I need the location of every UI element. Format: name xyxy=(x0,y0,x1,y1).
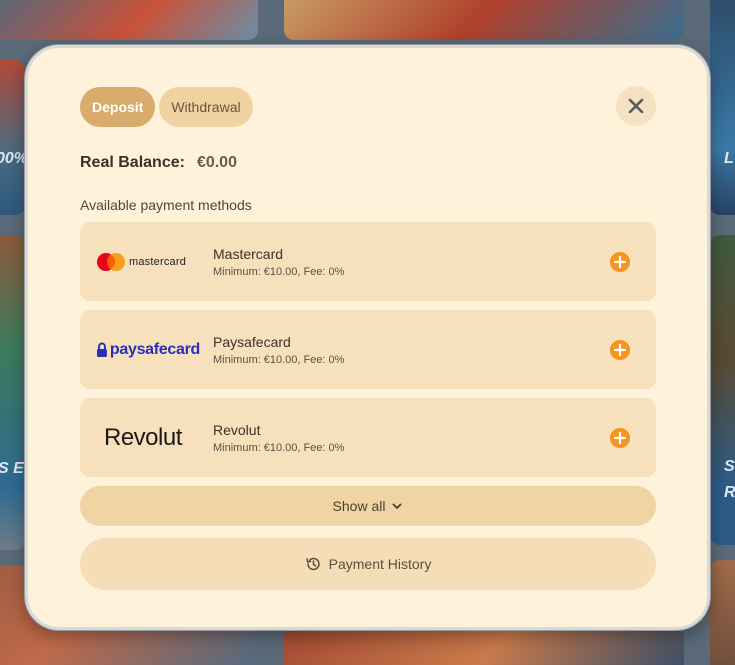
payment-method-paysafecard[interactable]: paysafecard Paysafecard Minimum: €10.00,… xyxy=(80,310,656,389)
payment-tabs: Deposit Withdrawal xyxy=(80,87,253,127)
game-tile xyxy=(0,235,25,550)
background-text: S xyxy=(724,458,735,475)
revolut-logo: Revolut xyxy=(96,398,200,477)
real-balance: Real Balance: €0.00 xyxy=(80,154,237,172)
method-info: Minimum: €10.00, Fee: 0% xyxy=(213,442,345,454)
payment-method-mastercard[interactable]: mastercard Mastercard Minimum: €10.00, F… xyxy=(80,222,656,301)
game-tile xyxy=(284,0,684,40)
revolut-logo-text: Revolut xyxy=(104,423,182,451)
game-tile xyxy=(710,560,735,665)
chevron-down-icon xyxy=(393,503,402,509)
mastercard-logo-text: mastercard xyxy=(129,255,187,268)
method-name: Revolut xyxy=(213,422,261,438)
plus-circle-icon[interactable] xyxy=(609,339,631,361)
paysafecard-logo: paysafecard xyxy=(96,310,200,389)
balance-amount: €0.00 xyxy=(196,154,237,171)
payment-modal: Deposit Withdrawal Real Balance: €0.00 A… xyxy=(25,45,710,630)
balance-label: Real Balance: xyxy=(80,154,185,171)
payment-method-revolut[interactable]: Revolut Revolut Minimum: €10.00, Fee: 0% xyxy=(80,398,656,477)
background-text: L xyxy=(724,150,734,167)
paysafecard-logo-text: paysafecard xyxy=(109,340,200,358)
method-name: Paysafecard xyxy=(213,334,291,350)
game-tile xyxy=(0,0,258,40)
history-icon xyxy=(305,557,320,571)
mastercard-logo: mastercard xyxy=(96,222,200,301)
tab-withdrawal[interactable]: Withdrawal xyxy=(159,87,253,127)
lock-icon xyxy=(96,342,107,357)
tab-deposit[interactable]: Deposit xyxy=(80,87,156,127)
background-text: 00% xyxy=(0,150,29,167)
game-tile xyxy=(0,60,25,215)
method-info: Minimum: €10.00, Fee: 0% xyxy=(213,266,345,278)
show-all-label: Show all xyxy=(332,498,386,514)
payment-history-button[interactable]: Payment History xyxy=(80,538,656,590)
method-info: Minimum: €10.00, Fee: 0% xyxy=(213,354,345,366)
payment-methods-heading: Available payment methods xyxy=(80,197,252,213)
plus-circle-icon[interactable] xyxy=(609,251,631,273)
close-button[interactable] xyxy=(616,86,656,126)
payment-history-label: Payment History xyxy=(328,556,432,572)
show-all-button[interactable]: Show all xyxy=(80,486,656,526)
method-name: Mastercard xyxy=(213,246,284,262)
close-icon xyxy=(628,98,644,114)
game-tile xyxy=(284,628,684,665)
background-text: R xyxy=(724,484,735,501)
mastercard-circles-icon xyxy=(97,252,125,271)
plus-circle-icon[interactable] xyxy=(609,427,631,449)
game-tile xyxy=(710,0,735,215)
background-text: S E xyxy=(0,460,24,477)
